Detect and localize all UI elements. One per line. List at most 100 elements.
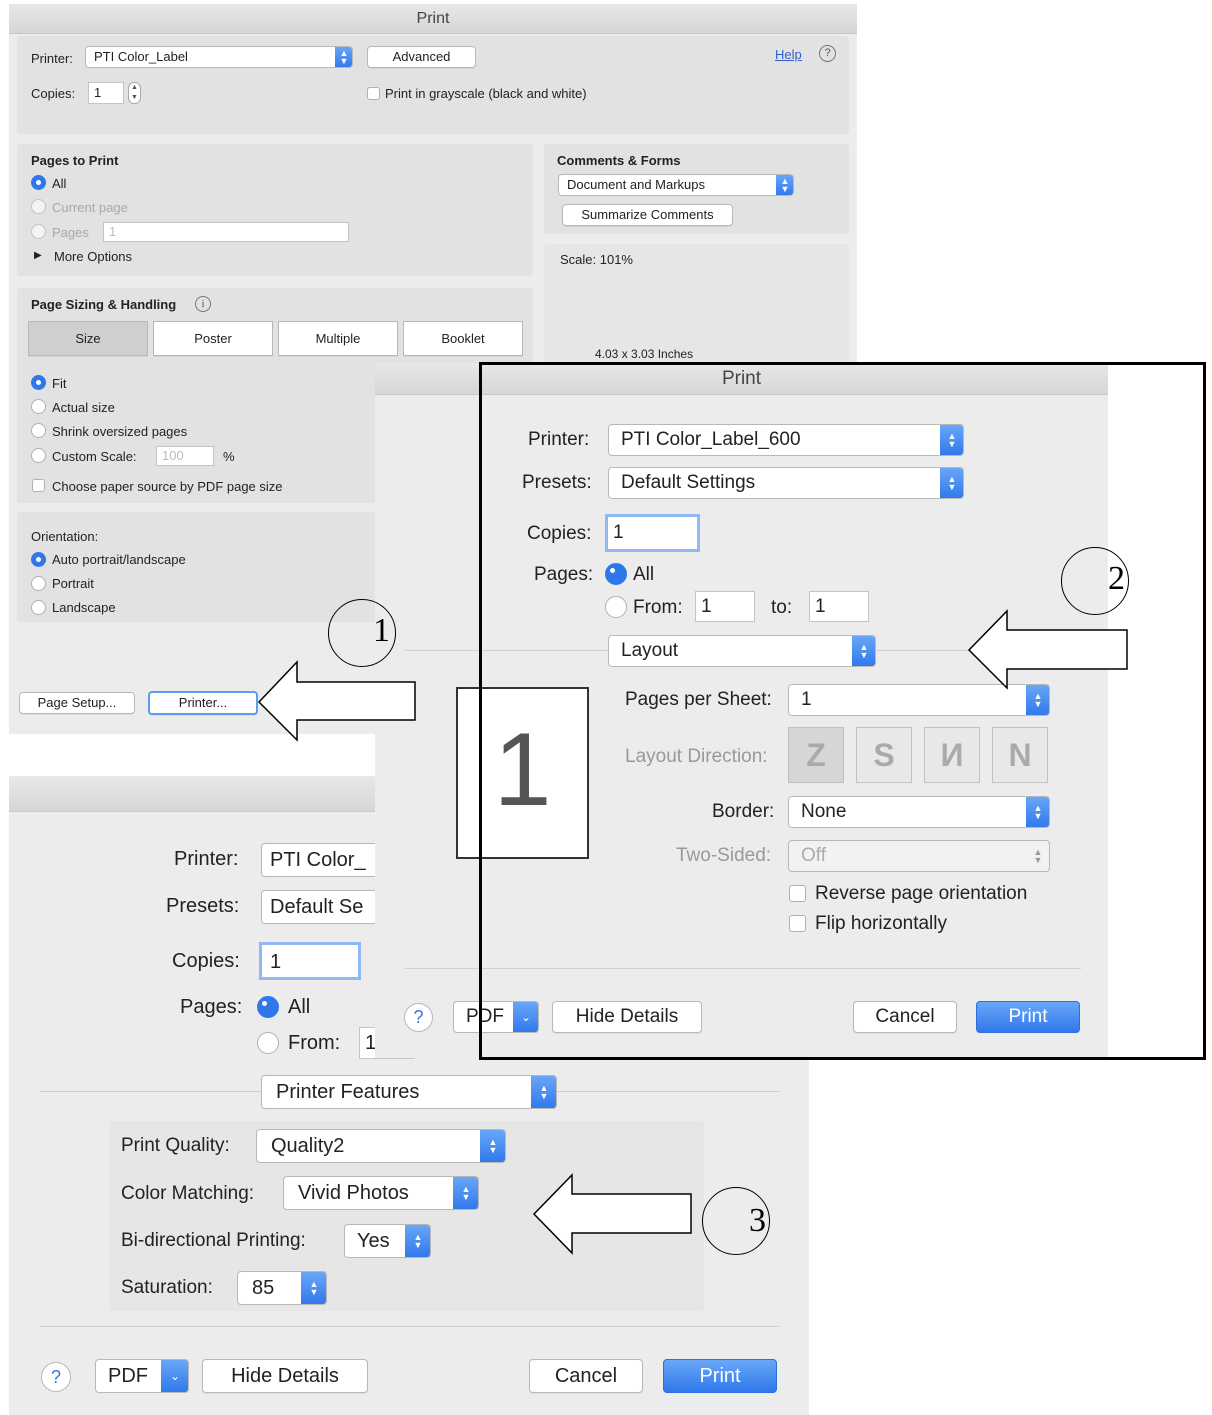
all-pages-radio[interactable] (31, 175, 46, 190)
printer-select-value: PTI Color_ (270, 849, 366, 871)
chevron-updown-icon: ▲ ▼ (301, 1272, 326, 1304)
annotation-circle-2: 2 (1061, 547, 1129, 615)
paper-source-checkbox[interactable] (32, 479, 45, 492)
separator (39, 1326, 779, 1327)
tab-booklet[interactable]: Booklet (403, 321, 523, 356)
auto-orientation-radio[interactable] (31, 552, 46, 567)
color-matching-label: Color Matching: (121, 1183, 255, 1204)
tab-size[interactable]: Size (28, 321, 148, 356)
landscape-radio[interactable] (31, 600, 46, 615)
help-link[interactable]: Help (775, 47, 802, 62)
chevron-updown-icon: ▲ ▼ (776, 175, 793, 195)
fit-label: Fit (52, 376, 67, 391)
chevron-updown-icon: ▲ ▼ (335, 47, 352, 67)
copies-stepper[interactable]: ▲ ▼ (128, 82, 141, 104)
from-radio[interactable] (257, 1032, 279, 1054)
pages-to-print-panel: Pages to Print All Current page Pages 1 … (17, 144, 533, 276)
shrink-label: Shrink oversized pages (52, 424, 188, 439)
bidirectional-value: Yes (357, 1230, 390, 1252)
color-matching-select[interactable]: Vivid Photos ▲ ▼ (283, 1176, 479, 1210)
section-select[interactable]: Printer Features ▲ ▼ (261, 1075, 557, 1109)
pdf-menu-button[interactable]: PDF ⌄ (95, 1359, 189, 1393)
pages-range-label: Pages (52, 225, 89, 240)
presets-select-value: Default Se (270, 896, 364, 918)
scale-label: Scale: 101% (560, 252, 633, 267)
presets-label: Presets: (166, 895, 240, 917)
page-setup-button[interactable]: Page Setup... (19, 692, 135, 714)
print-quality-value: Quality2 (271, 1135, 345, 1157)
help-icon[interactable]: ? (41, 1362, 71, 1392)
custom-scale-label: Custom Scale: (52, 449, 137, 464)
dimensions-label: 4.03 x 3.03 Inches (595, 347, 694, 361)
saturation-label: Saturation: (121, 1277, 213, 1298)
saturation-select[interactable]: 85 ▲ ▼ (237, 1271, 327, 1305)
portrait-radio[interactable] (31, 576, 46, 591)
copies-label: Copies: (172, 950, 240, 972)
actual-size-label: Actual size (52, 400, 115, 415)
more-options-label[interactable]: More Options (54, 249, 132, 264)
portrait-label: Portrait (52, 576, 94, 591)
printer-button[interactable]: Printer... (148, 691, 258, 715)
comments-forms-panel: Comments & Forms Document and Markups ▲ ▼… (544, 144, 849, 234)
shrink-radio[interactable] (31, 423, 46, 438)
advanced-button[interactable]: Advanced (367, 46, 476, 68)
chevron-updown-icon: ▲ ▼ (453, 1177, 478, 1209)
chevron-updown-icon: ▲ ▼ (531, 1076, 556, 1108)
page-sizing-heading: Page Sizing & Handling (31, 297, 177, 312)
printer-label: Printer: (174, 848, 239, 870)
bidirectional-select[interactable]: Yes ▲ ▼ (344, 1224, 431, 1258)
custom-scale-radio[interactable] (31, 448, 46, 463)
copies-input[interactable]: 1 (88, 82, 124, 104)
auto-orientation-label: Auto portrait/landscape (52, 552, 186, 567)
fit-radio[interactable] (31, 375, 46, 390)
current-page-radio[interactable] (31, 199, 46, 214)
landscape-label: Landscape (52, 600, 116, 615)
printer-select[interactable]: PTI Color_Label ▲ ▼ (85, 46, 353, 68)
print-quality-select[interactable]: Quality2 ▲ ▼ (256, 1129, 506, 1163)
pages-label: Pages: (180, 996, 243, 1018)
all-pages-label: All (288, 996, 311, 1018)
chevron-updown-icon: ▲ ▼ (480, 1130, 505, 1162)
percent-label: % (223, 449, 235, 464)
all-pages-radio[interactable] (257, 996, 279, 1018)
info-icon: i (195, 296, 211, 312)
pages-range-radio[interactable] (31, 224, 46, 239)
help-icon[interactable]: ? (404, 1003, 433, 1032)
comments-forms-select[interactable]: Document and Markups ▲ ▼ (558, 174, 794, 196)
saturation-value: 85 (252, 1277, 275, 1299)
grayscale-label: Print in grayscale (black and white) (385, 86, 587, 101)
printer-panel: Printer: PTI Color_Label ▲ ▼ Advanced Hel… (17, 36, 849, 134)
disclosure-triangle-icon[interactable]: ▶ (34, 250, 42, 261)
current-page-label: Current page (52, 200, 128, 215)
summarize-comments-button[interactable]: Summarize Comments (562, 204, 733, 226)
chevron-updown-icon: ▲ ▼ (405, 1225, 430, 1257)
copies-input[interactable]: 1 (259, 942, 361, 980)
grayscale-checkbox[interactable] (367, 87, 380, 100)
printer-features-panel: Print Quality: Quality2 ▲ ▼ Color Matchin… (109, 1121, 704, 1311)
section-select-value: Printer Features (276, 1081, 420, 1103)
actual-size-radio[interactable] (31, 399, 46, 414)
from-label: From: (288, 1032, 341, 1054)
cancel-button[interactable]: Cancel (529, 1359, 643, 1393)
printer-select-value: PTI Color_Label (94, 49, 188, 64)
help-icon[interactable]: ? (819, 45, 836, 62)
annotation-step-1: 1 (373, 612, 390, 649)
chevron-down-icon: ⌄ (161, 1360, 188, 1392)
hide-details-button[interactable]: Hide Details (202, 1359, 368, 1393)
tab-multiple[interactable]: Multiple (278, 321, 398, 356)
pdf-label: PDF (108, 1365, 148, 1387)
comments-forms-value: Document and Markups (567, 177, 706, 192)
pages-to-print-heading: Pages to Print (31, 153, 119, 168)
annotation-step-3: 3 (749, 1202, 766, 1239)
annotation-step-2: 2 (1108, 560, 1125, 597)
pages-range-input[interactable]: 1 (103, 222, 349, 242)
annotation-circle-1: 1 (328, 599, 396, 667)
color-matching-value: Vivid Photos (298, 1182, 409, 1204)
custom-scale-input[interactable]: 100 (156, 446, 214, 466)
tab-poster[interactable]: Poster (153, 321, 273, 356)
window-title: Print (9, 4, 857, 34)
print-button[interactable]: Print (663, 1359, 777, 1393)
paper-source-label: Choose paper source by PDF page size (52, 479, 283, 494)
highlight-frame (479, 362, 1206, 1060)
all-pages-label: All (52, 176, 67, 191)
